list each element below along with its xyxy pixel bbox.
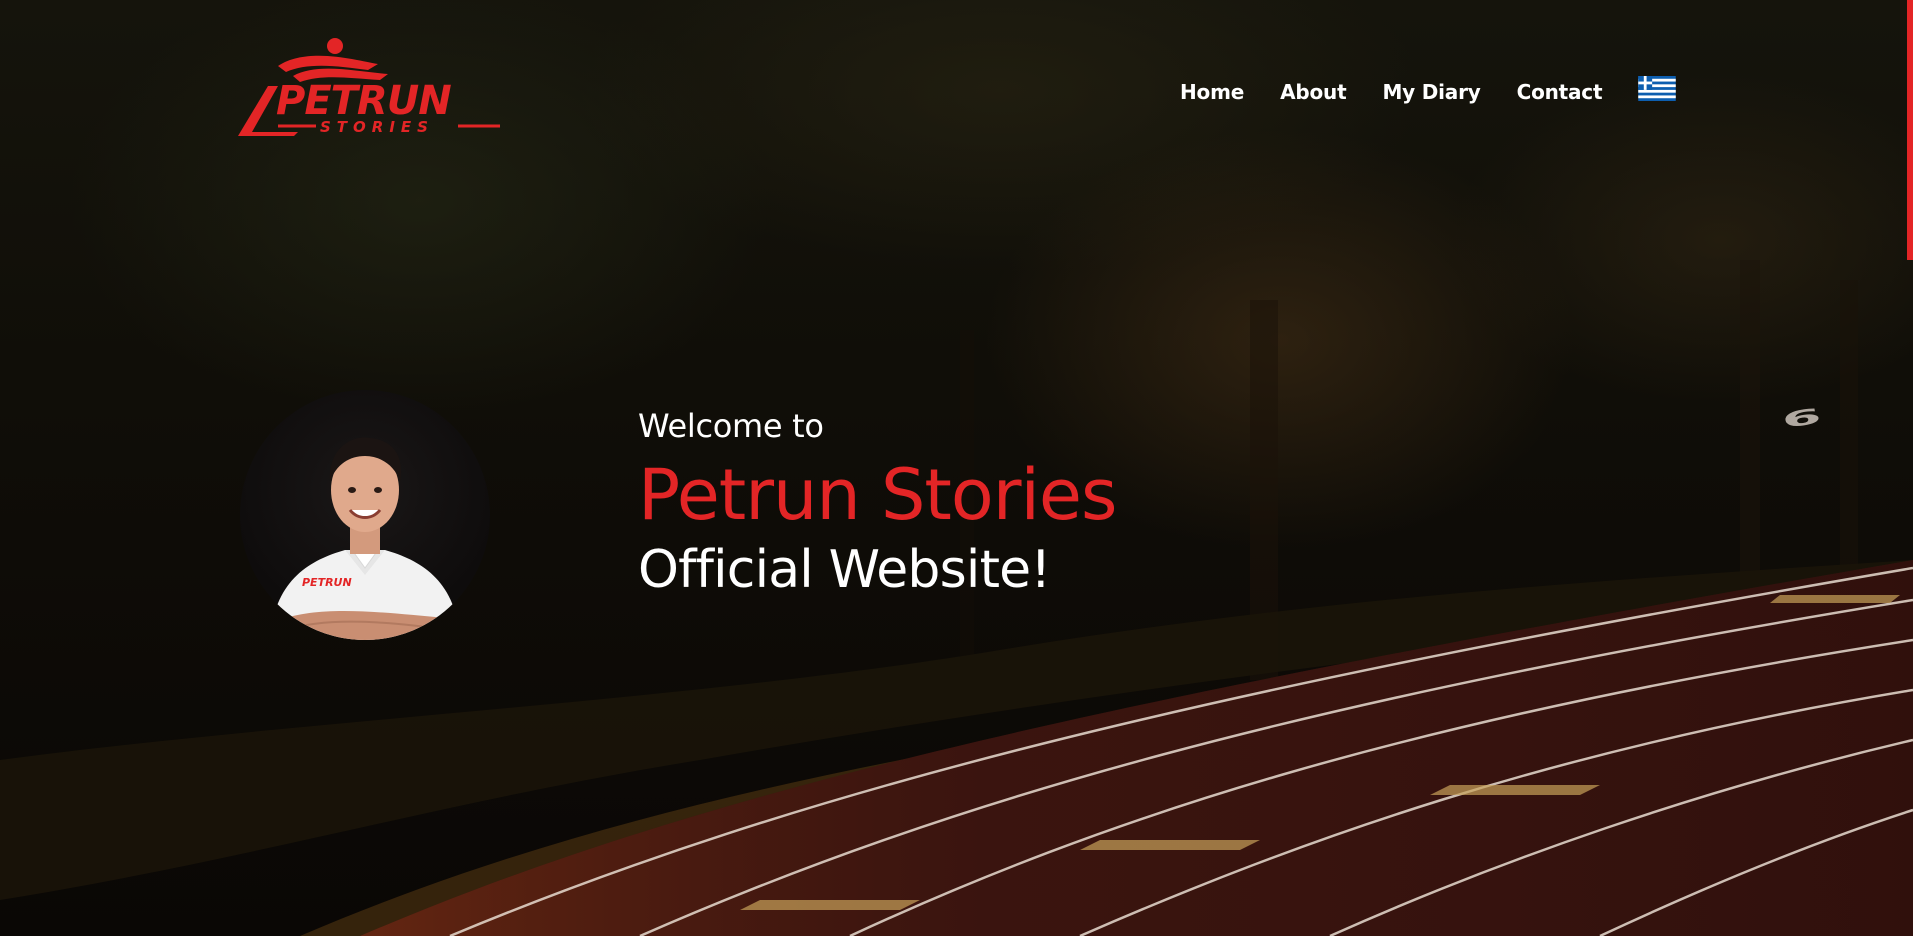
runner-head-icon [327, 38, 343, 54]
shirt-logo-text: PETRUN [302, 576, 352, 589]
nav-about[interactable]: About [1280, 80, 1347, 104]
profile-avatar: PETRUN [240, 390, 490, 640]
lane-number-6: 6 [1780, 404, 1823, 434]
nav-contact[interactable]: Contact [1517, 80, 1603, 104]
petrun-stories-logo[interactable]: PETRUN STORIES [238, 36, 504, 142]
hero-title: Petrun Stories [638, 454, 1117, 536]
hero-welcome-text: Welcome to [638, 407, 824, 445]
greece-flag-icon[interactable] [1638, 75, 1677, 101]
scroll-indicator[interactable] [1907, 0, 1913, 260]
page: 6 5 4 PETRUN STORIES Home About My Diary… [0, 0, 1913, 936]
hero-subtitle: Official Website! [638, 540, 1051, 600]
main-nav: Home About My Diary Contact [1180, 75, 1677, 104]
nav-my-diary[interactable]: My Diary [1382, 80, 1480, 104]
nav-home[interactable]: Home [1180, 80, 1244, 104]
logo-sub-text: STORIES [320, 118, 434, 136]
hero-heading: Welcome to Petrun Stories Official Websi… [638, 407, 1117, 600]
person-portrait-icon: PETRUN [270, 437, 460, 640]
